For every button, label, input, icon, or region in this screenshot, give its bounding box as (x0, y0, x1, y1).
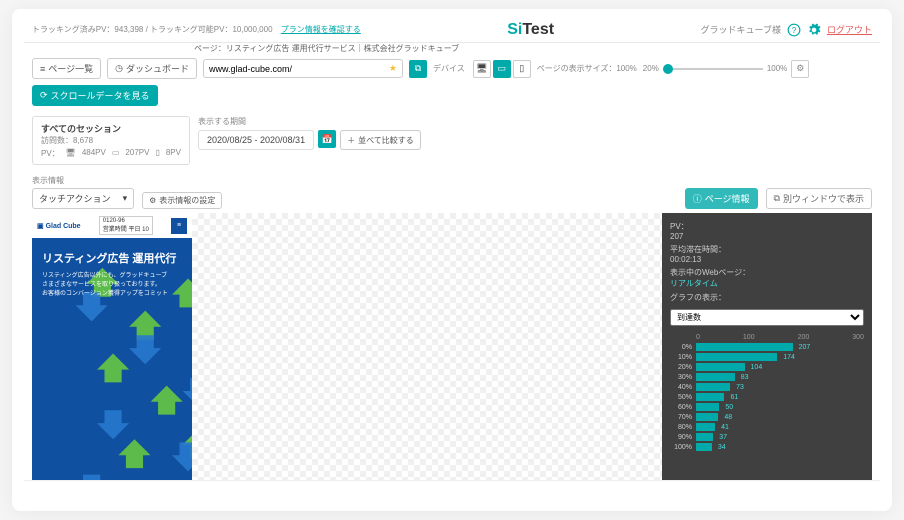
copy-icon[interactable]: ⧉ (409, 60, 427, 78)
plus-icon: ＋ (347, 135, 355, 146)
display-settings-button[interactable]: ⚙ 表示情報の設定 (142, 192, 222, 209)
scroll-chart: 0100200300 0%207 10%174 20%104 30%83 40%73 50… (670, 334, 864, 451)
laptop-frame: トラッキング済みPV：943,398 / トラッキング可能PV：10,000,0… (12, 9, 892, 511)
user-name: グラッドキューブ様 (701, 23, 781, 36)
calendar-icon[interactable]: 📅 (318, 130, 336, 148)
bar-row: 10%174 (670, 353, 864, 361)
compare-button[interactable]: ＋ 並べて比較する (340, 130, 421, 150)
device-mobile-icon[interactable]: ▯ (513, 60, 531, 78)
date-label: 表示する期間 (198, 116, 419, 127)
side-dwell: 平均滞在時間：00:02:13 (670, 244, 864, 264)
pv-stats: PV： 🖥484PV ▭207PV ▯8PV (41, 148, 181, 159)
bar-row: 80%41 (670, 423, 864, 431)
bar-row: 0%207 (670, 343, 864, 351)
external-icon: ⧉ (774, 193, 780, 204)
preview-tel: 0120-96営業時間 平日 10 (99, 216, 153, 235)
gauge-icon: ◷ (115, 63, 123, 74)
logout-link[interactable]: ログアウト (827, 23, 872, 36)
preview-headline: リスティング広告 運用代行 (42, 250, 182, 266)
bar-row: 70%48 (670, 413, 864, 421)
visit-count: 訪問数：8,678 (41, 135, 181, 146)
preview-header: ▣ Glad Cube 0120-96営業時間 平日 10 ≡ (32, 213, 192, 238)
bar-row: 90%37 (670, 433, 864, 441)
info-sidebar: PV：207 平均滞在時間：00:02:13 表示中のWebページ：リアルタイム… (662, 213, 872, 481)
graph-type-select[interactable]: 到達数 (670, 309, 864, 326)
chart-axis: 0100200300 (670, 334, 864, 341)
user-block: グラッドキューブ様 ? ログアウト (701, 23, 872, 37)
gear-icon[interactable] (807, 23, 821, 37)
bar-row: 40%73 (670, 383, 864, 391)
tracked-pv: トラッキング済みPV：943,398 (32, 25, 143, 34)
zoom-label: ページの表示サイズ：100% (537, 63, 637, 74)
preview-brand: ▣ Glad Cube (37, 222, 81, 230)
url-input[interactable] (209, 64, 385, 74)
gear-icon: ⚙ (149, 196, 156, 205)
page-preview[interactable]: ▣ Glad Cube 0120-96営業時間 平日 10 ≡ (32, 213, 192, 481)
main-area: ▣ Glad Cube 0120-96営業時間 平日 10 ≡ (24, 213, 880, 481)
page-meta: ページ：リスティング広告 運用代行サービス｜株式会社グラッドキューブ (24, 43, 880, 54)
list-icon: ≡ (40, 64, 45, 74)
preview-body: リスティング広告 運用代行 リスティング広告以外にも、グラッドキューブ さまざま… (32, 238, 192, 311)
bar-row: 100%34 (670, 443, 864, 451)
main-toolbar: ≡ ページ一覧 ◷ ダッシュボード ★ ⧉ デバイス 🖥 ▭ ▯ ページの表示サ… (24, 54, 880, 110)
hamburger-icon[interactable]: ≡ (171, 218, 187, 234)
tracking-info: トラッキング済みPV：943,398 / トラッキング可能PV：10,000,0… (32, 24, 361, 35)
refresh-icon: ⟳ (40, 90, 48, 101)
device-desktop-icon[interactable]: 🖥 (473, 60, 491, 78)
date-range-input[interactable]: 2020/08/25 - 2020/08/31 (198, 130, 314, 150)
empty-canvas (192, 213, 662, 481)
url-field[interactable]: ★ (203, 59, 403, 78)
zoom-min: 20% (643, 64, 659, 73)
svg-text:?: ? (792, 25, 797, 34)
help-icon[interactable]: ? (787, 23, 801, 37)
star-icon[interactable]: ★ (389, 63, 397, 74)
bar-row: 20%104 (670, 363, 864, 371)
device-toggle: 🖥 ▭ ▯ (473, 60, 531, 78)
zoom-slider[interactable] (663, 68, 763, 70)
bar-row: 60%50 (670, 403, 864, 411)
dashboard-button[interactable]: ◷ ダッシュボード (107, 58, 197, 79)
side-page: 表示中のWebページ：リアルタイム (670, 267, 864, 289)
display-select[interactable]: タッチアクション ▾ (32, 188, 134, 209)
tablet-icon: ▭ (112, 148, 120, 159)
page-list-button[interactable]: ≡ ページ一覧 (32, 58, 101, 79)
mobile-icon: ▯ (155, 148, 159, 159)
app-screen: トラッキング済みPV：943,398 / トラッキング可能PV：10,000,0… (24, 17, 880, 481)
device-tablet-icon[interactable]: ▭ (493, 60, 511, 78)
app-logo: SiTest (361, 21, 701, 39)
page-info-button[interactable]: ⓘ ページ情報 (685, 188, 758, 209)
preview-text1: リスティング広告以外にも、グラッドキューブ (42, 272, 182, 281)
side-graph-label: グラフの表示： (670, 292, 864, 303)
display-section-label: 表示情報 (32, 175, 132, 186)
scroll-data-button[interactable]: ⟳ スクロールデータを見る (32, 85, 158, 106)
plan-link[interactable]: プラン情報を確認する (281, 25, 361, 34)
bar-row: 50%61 (670, 393, 864, 401)
new-window-button[interactable]: ⧉ 別ウィンドウで表示 (766, 188, 872, 209)
side-pv: PV：207 (670, 221, 864, 241)
zoom-control: ページの表示サイズ：100% 20% 100% ⚙ (537, 60, 810, 78)
trackable-pv: トラッキング可能PV：10,000,000 (150, 25, 272, 34)
zoom-max: 100% (767, 64, 787, 73)
topbar: トラッキング済みPV：943,398 / トラッキング可能PV：10,000,0… (24, 17, 880, 43)
desktop-icon: 🖥 (66, 148, 76, 159)
display-row: 表示情報 タッチアクション ▾ ⚙ 表示情報の設定 ⓘ ページ情報 ⧉ 別ウィン… (24, 171, 880, 213)
session-title: すべてのセッション (41, 122, 181, 135)
bar-row: 30%83 (670, 373, 864, 381)
session-panel[interactable]: すべてのセッション 訪問数：8,678 PV： 🖥484PV ▭207PV ▯8… (32, 116, 190, 165)
zoom-gear-icon[interactable]: ⚙ (791, 60, 809, 78)
chart-bars: 0%207 10%174 20%104 30%83 40%73 50%61 60%50 70%… (670, 343, 864, 451)
session-row: すべてのセッション 訪問数：8,678 PV： 🖥484PV ▭207PV ▯8… (24, 110, 880, 171)
chevron-down-icon: ▾ (123, 193, 128, 204)
preview-text2: さまざまなサービスを取り扱っております。 (42, 281, 182, 290)
info-icon: ⓘ (693, 192, 702, 205)
preview-text3: お客様のコンバージョン獲得アップをコミット (42, 290, 182, 299)
device-label: デバイス (433, 63, 465, 74)
date-block: 表示する期間 2020/08/25 - 2020/08/31 📅 ＋ 並べて比較… (198, 116, 421, 165)
